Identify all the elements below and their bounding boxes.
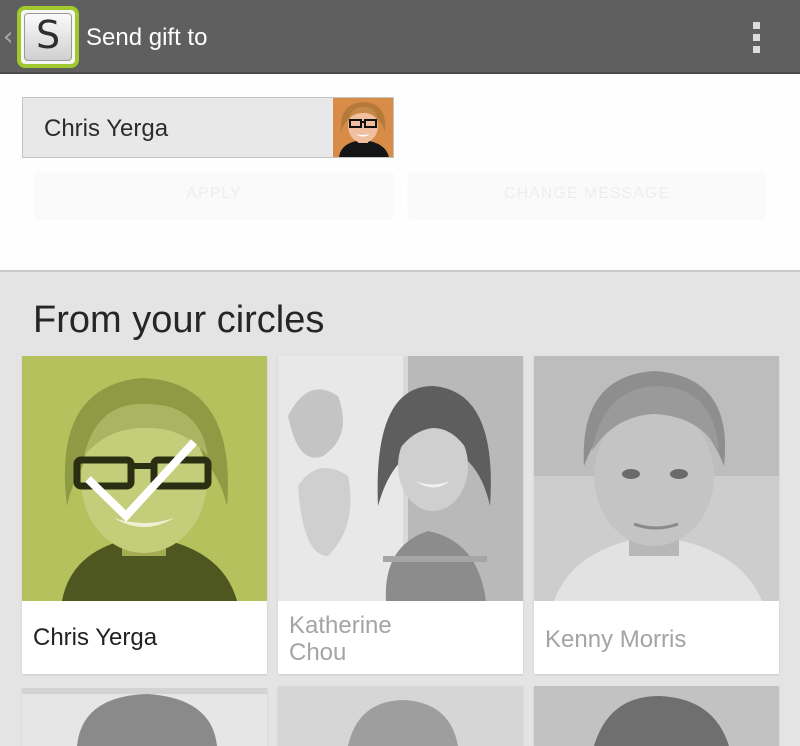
overflow-menu-icon[interactable]: [746, 20, 768, 56]
back-chevron-icon[interactable]: ‹: [3, 22, 13, 52]
recipient-name: Chris Yerga: [44, 115, 169, 142]
app-icon[interactable]: S: [17, 6, 79, 68]
person-name-line1: Katherine: [289, 612, 392, 639]
person-photo: [534, 356, 779, 601]
recipient-avatar: [333, 98, 393, 157]
change-message-button[interactable]: CHANGE MESSAGE: [408, 172, 766, 218]
person-name-line2: Chou: [289, 639, 347, 666]
apply-button[interactable]: APPLY: [34, 172, 394, 218]
page-title: Send gift to: [86, 24, 208, 51]
recipient-chip[interactable]: Chris Yerga: [22, 97, 394, 158]
recipient-panel: Chris Yerga APPLY CHANGE MESSAGE: [0, 74, 800, 272]
action-bar: ‹ S Send gift to: [0, 0, 800, 74]
apply-button-label: APPLY: [186, 185, 242, 202]
change-message-button-label: CHANGE MESSAGE: [503, 185, 671, 202]
person-card[interactable]: [278, 686, 523, 746]
person-card[interactable]: [22, 686, 267, 746]
app-icon-letter: S: [35, 13, 61, 57]
person-name: Kenny Morris: [545, 626, 687, 653]
person-card[interactable]: [534, 686, 779, 746]
person-card-katherine-chou[interactable]: Katherine Chou: [278, 356, 523, 674]
person-card-kenny-morris[interactable]: Kenny Morris: [534, 356, 779, 674]
check-icon: [85, 439, 197, 522]
person-card-chris-yerga[interactable]: Chris Yerga: [22, 356, 267, 674]
person-photo: [278, 356, 523, 601]
section-title: From your circles: [33, 299, 325, 341]
person-name: Chris Yerga: [33, 624, 158, 651]
person-photo: [22, 356, 267, 601]
